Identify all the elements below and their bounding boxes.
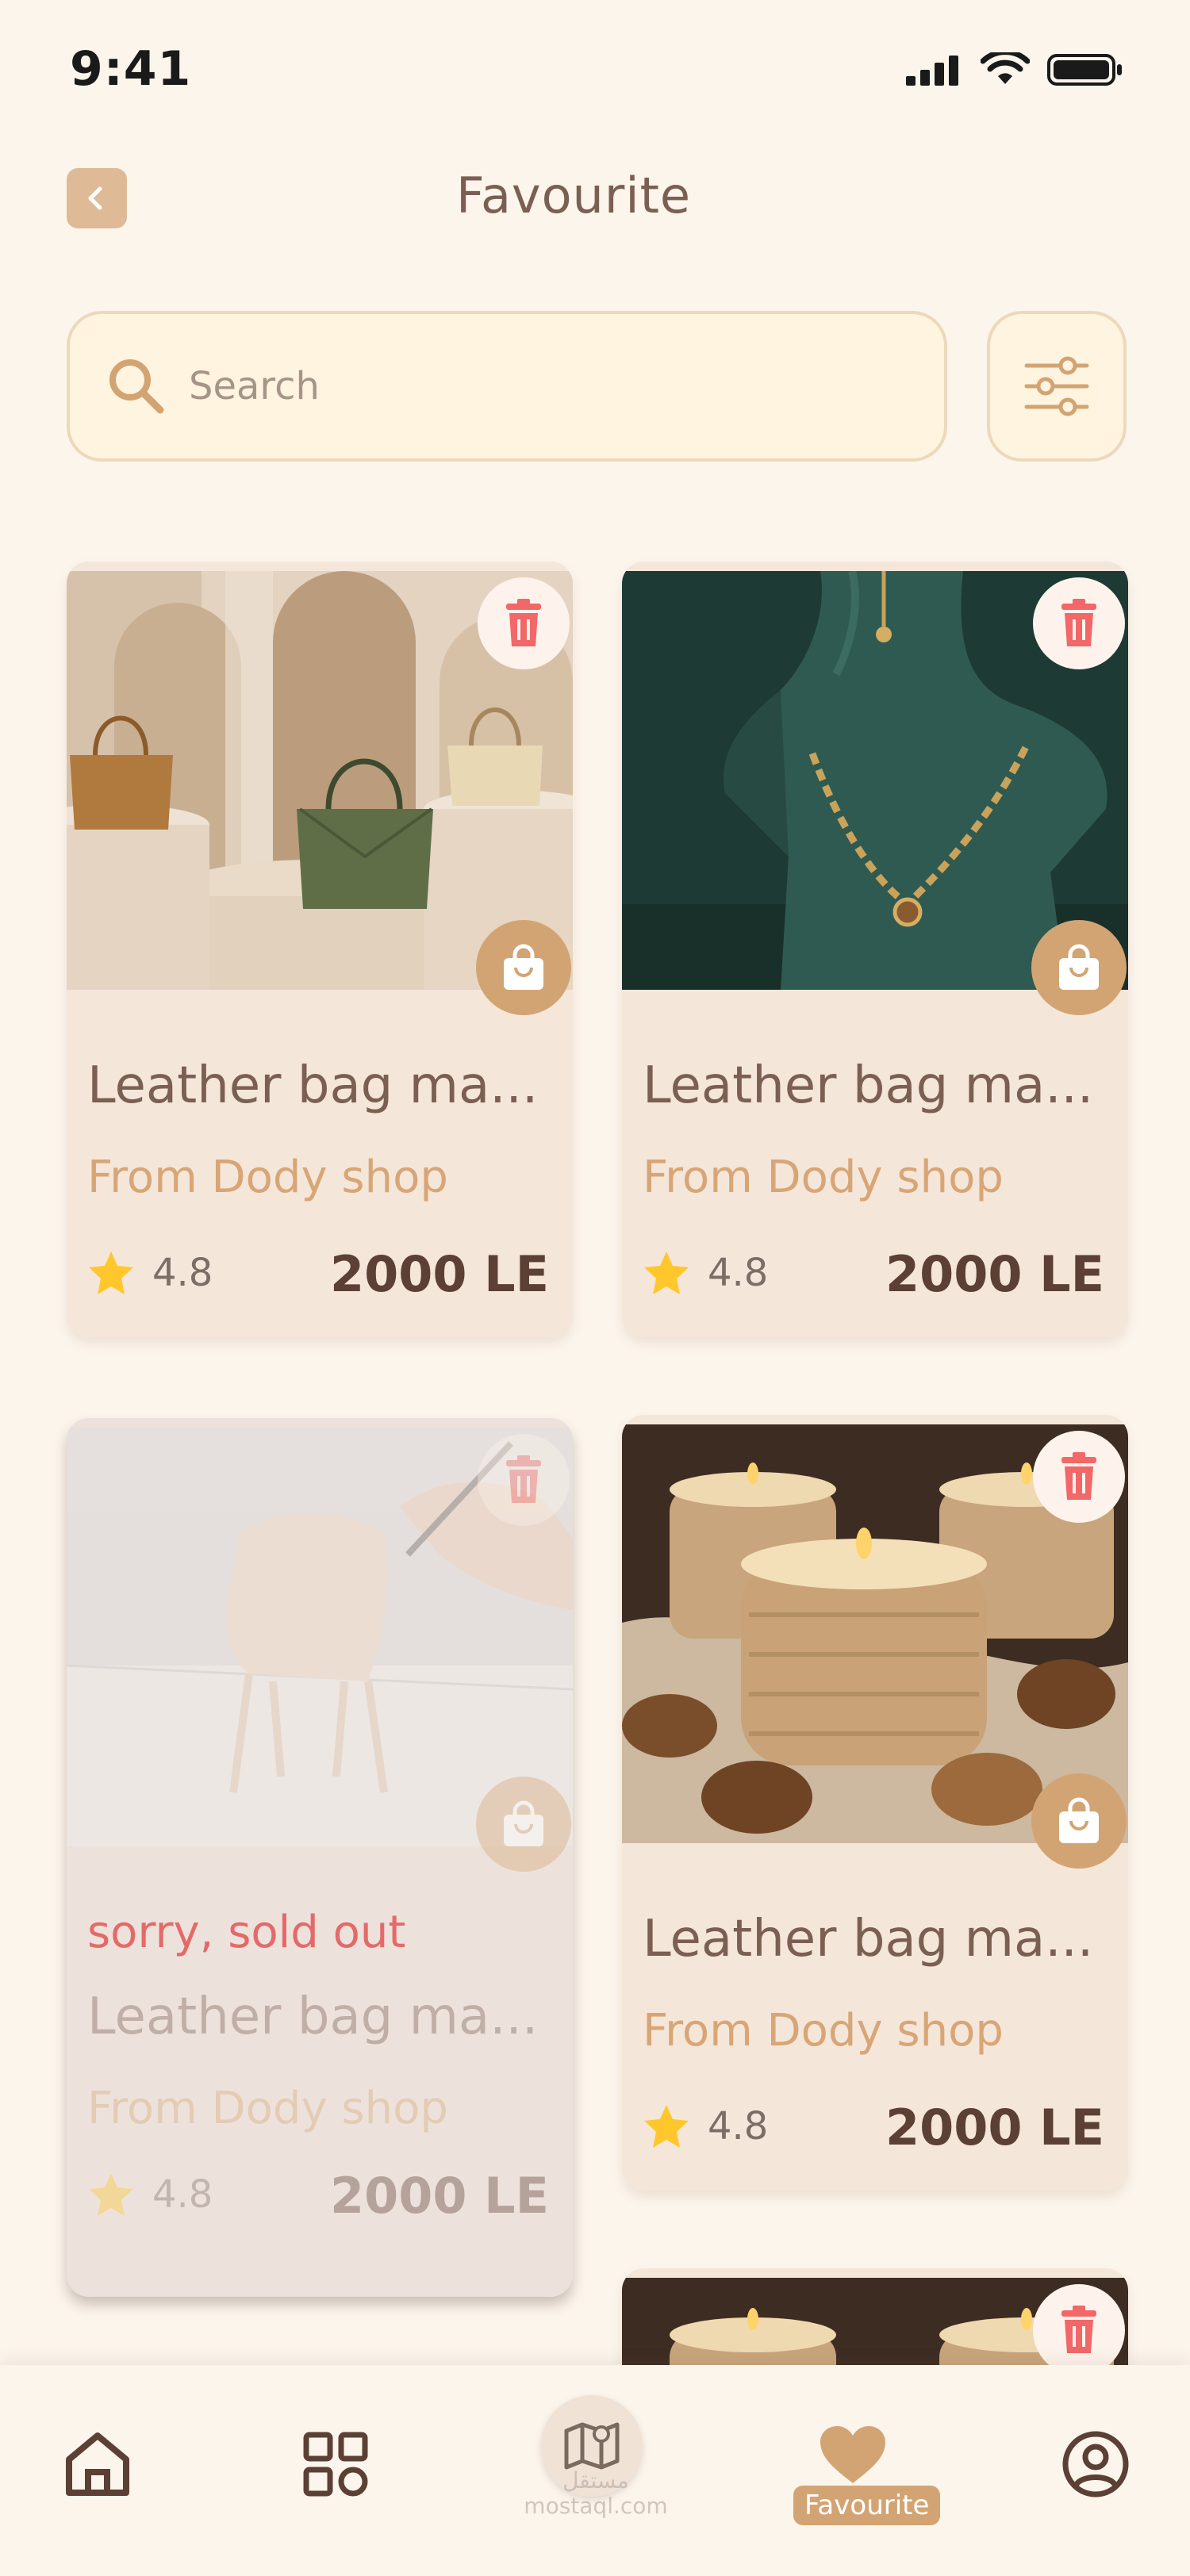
product-name: Leather bag ma... — [87, 1988, 539, 2046]
watermark-arabic: مستقل — [562, 2467, 629, 2494]
home-icon — [66, 2432, 129, 2496]
nav-home[interactable] — [54, 2421, 141, 2508]
product-shop: From Dody shop — [87, 1152, 448, 1203]
product-rating: 4.8 — [87, 2172, 213, 2218]
bottom-nav: مستقل mostaql.com Favourite — [0, 2365, 1190, 2576]
product-shop: From Dody shop — [643, 2005, 1004, 2057]
product-name: Leather bag ma... — [87, 1056, 539, 1115]
delete-button[interactable] — [1033, 577, 1125, 669]
star-icon — [644, 2105, 689, 2148]
trash-icon — [1061, 599, 1096, 646]
watermark: مستقل mostaql.com — [520, 2468, 671, 2519]
trash-icon — [1061, 2306, 1096, 2353]
watermark-url: mostaql.com — [524, 2493, 668, 2519]
grid-icon — [303, 2432, 368, 2497]
product-price: 2000 LE — [329, 2167, 549, 2225]
nav-categories[interactable] — [292, 2421, 379, 2508]
status-bar: 9:41 — [0, 0, 1190, 143]
product-price: 2000 LE — [885, 1245, 1104, 1303]
rating-value: 4.8 — [152, 2172, 213, 2217]
add-to-bag-button[interactable] — [1031, 1773, 1127, 1869]
filter-button[interactable] — [987, 311, 1127, 462]
wifi-icon — [981, 52, 1030, 84]
product-price: 2000 LE — [329, 1245, 549, 1303]
add-to-bag-button — [476, 1777, 571, 1872]
rating-value: 4.8 — [708, 2104, 769, 2149]
search-input[interactable] — [189, 364, 903, 408]
product-rating: 4.8 — [643, 1250, 768, 1296]
battery-icon — [1047, 54, 1122, 86]
star-icon — [89, 1252, 133, 1294]
trash-icon — [506, 599, 541, 646]
shopping-bag-icon — [1059, 944, 1099, 990]
page-title: Favourite — [455, 167, 692, 224]
add-to-bag-button[interactable] — [476, 920, 571, 1015]
map-icon — [564, 2422, 620, 2470]
status-icons — [906, 52, 1123, 87]
add-to-bag-button[interactable] — [1031, 920, 1127, 1015]
product-shop: From Dody shop — [643, 1152, 1004, 1203]
product-card[interactable]: Leather bag ma... From Dody shop 4.8 200… — [67, 562, 573, 1337]
product-price: 2000 LE — [885, 2099, 1104, 2156]
search-box[interactable] — [67, 311, 947, 462]
product-rating: 4.8 — [643, 2103, 768, 2149]
trash-icon — [506, 1455, 541, 1503]
rating-value: 4.8 — [152, 1251, 213, 1295]
product-rating: 4.8 — [87, 1250, 213, 1296]
delete-button[interactable] — [478, 577, 570, 669]
status-time: 9:41 — [70, 41, 192, 97]
nav-profile[interactable] — [1052, 2421, 1139, 2508]
sliders-icon — [1024, 356, 1089, 416]
nav-favourite-label: Favourite — [793, 2486, 941, 2525]
profile-icon — [1062, 2431, 1129, 2497]
trash-icon — [1061, 1452, 1096, 1500]
product-name: Leather bag ma... — [643, 1056, 1094, 1115]
shopping-bag-icon — [504, 944, 543, 990]
heart-icon — [820, 2426, 885, 2483]
shopping-bag-icon — [1059, 1797, 1099, 1843]
product-card[interactable]: Leather bag ma... From Dody shop 4.8 200… — [622, 562, 1128, 1337]
product-shop: From Dody shop — [87, 2083, 448, 2134]
sold-out-label: sorry, sold out — [87, 1907, 406, 1958]
star-icon — [644, 1252, 689, 1294]
product-card-sold-out[interactable]: sorry, sold out Leather bag ma... From D… — [67, 1418, 573, 2297]
search-icon — [109, 359, 164, 414]
star-icon — [89, 2173, 133, 2216]
delete-button[interactable] — [1033, 1431, 1125, 1523]
product-card[interactable]: Leather bag ma... From Dody shop 4.8 200… — [622, 1415, 1128, 2191]
shopping-bag-icon — [504, 1800, 543, 1846]
product-name: Leather bag ma... — [643, 1910, 1094, 1968]
delete-button[interactable] — [478, 1434, 570, 1526]
delete-button[interactable] — [1033, 2284, 1125, 2376]
rating-value: 4.8 — [708, 1251, 769, 1295]
signal-icon — [906, 56, 958, 86]
